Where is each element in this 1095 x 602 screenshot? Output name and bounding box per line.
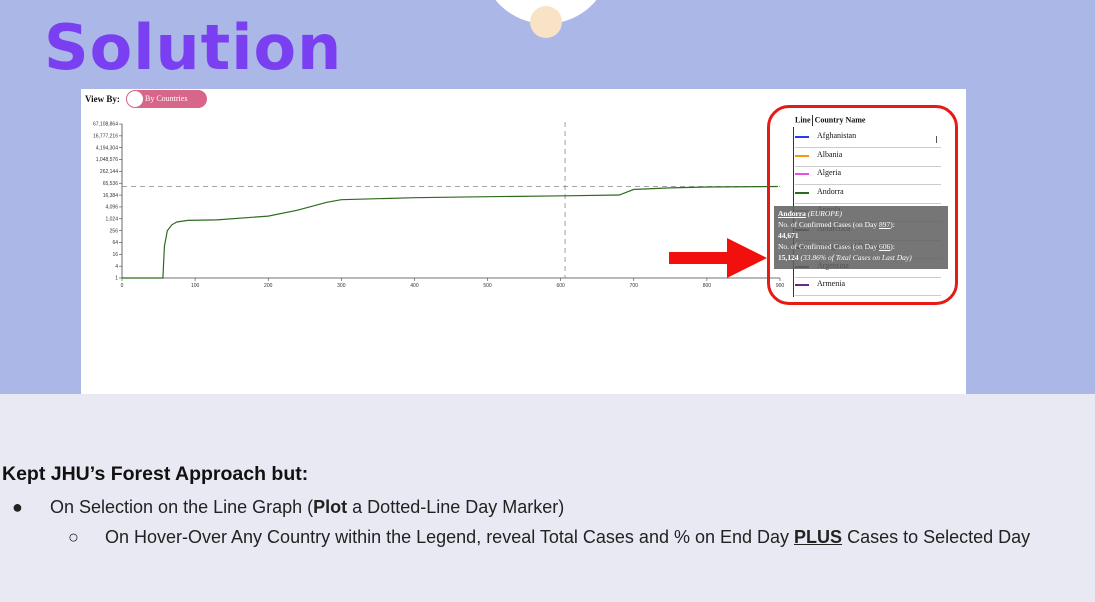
legend-item-label: Albania xyxy=(817,149,843,159)
bullet1-text-a: On Selection on the Line Graph ( xyxy=(50,497,314,517)
y-tick-label: 1,048,576 xyxy=(96,157,118,163)
x-tick-label: 300 xyxy=(337,283,346,289)
bullet-item-2: ○ On Hover-Over Any Country within the Le… xyxy=(68,527,1030,548)
x-tick-label: 600 xyxy=(556,283,565,289)
bullet-icon: ● xyxy=(12,497,23,517)
x-tick-label: 200 xyxy=(264,283,273,289)
tooltip-line1-prefix: No. of Confirmed Cases (on Day xyxy=(778,220,880,229)
tooltip-country: Andorra xyxy=(778,209,806,218)
tooltip-line2-prefix: No. of Confirmed Cases (on Day xyxy=(778,242,880,251)
section-heading: Kept JHU’s Forest Approach but: xyxy=(2,463,309,485)
bullet2-text-b: Cases to Selected Day xyxy=(842,527,1031,547)
tooltip-line1-day: 897 xyxy=(879,220,891,229)
slide-title: Solution xyxy=(44,11,343,84)
x-tick-label: 800 xyxy=(703,283,712,289)
legend-item-label: Algeria xyxy=(817,168,841,177)
legend-header-country: Country Name xyxy=(814,115,866,125)
legend-scrollbar[interactable] xyxy=(936,136,937,143)
y-tick-label: 4 xyxy=(115,264,118,270)
x-tick-label: 500 xyxy=(483,283,492,289)
decorative-lamp-bulb xyxy=(530,6,562,38)
red-arrow-icon xyxy=(669,238,767,278)
bullet2-bold: PLUS xyxy=(794,527,843,547)
legend-item-label: Armenia xyxy=(817,279,845,288)
tooltip-selected-pct: (33.86% of Total Cases on Last Day) xyxy=(800,253,912,262)
x-tick-label: 0 xyxy=(121,283,124,289)
bullet2-text-a: On Hover-Over Any Country within the Leg… xyxy=(105,527,795,547)
y-tick-label: 1,024 xyxy=(105,216,118,222)
y-tick-label: 65,536 xyxy=(103,181,119,187)
bullet1-text-b: a Dotted-Line Day Marker) xyxy=(347,497,565,517)
legend-item-armenia[interactable]: Armenia xyxy=(795,278,941,296)
bullet-item-1: ● On Selection on the Line Graph (Plot a … xyxy=(12,497,564,518)
y-tick-label: 262,144 xyxy=(100,169,118,175)
y-axis: 67,108,864 16,777,216 4,194,304 1,048,576 26… xyxy=(93,122,123,282)
y-tick-label: 16,384 xyxy=(103,193,119,199)
legend-swatch xyxy=(795,284,809,286)
sub-bullet-icon: ○ xyxy=(68,527,79,547)
tooltip-region: (EUROPE) xyxy=(807,209,842,218)
tooltip-line1: No. of Confirmed Cases (on Day 897): xyxy=(778,219,944,230)
legend-item-afghanistan[interactable]: Afghanistan xyxy=(795,130,941,148)
tooltip-line1-suffix: ): xyxy=(890,220,895,229)
legend-item-albania[interactable]: Albania xyxy=(795,149,941,167)
tooltip-total: 44,671 xyxy=(778,231,799,240)
tooltip-selected: 15,124 (33.86% of Total Cases on Last Da… xyxy=(778,252,944,263)
legend-item-label: Afghanistan xyxy=(817,131,857,140)
y-tick-label: 256 xyxy=(110,228,119,234)
y-tick-label: 4,096 xyxy=(105,205,118,211)
legend-item-algeria[interactable]: Algeria xyxy=(795,167,941,185)
legend-header-separator xyxy=(811,115,813,126)
tooltip-selected-cases: 15,124 xyxy=(778,253,799,262)
hover-tooltip: Andorra (EUROPE) No. of Confirmed Cases … xyxy=(774,206,948,269)
legend-item-andorra[interactable]: Andorra xyxy=(795,186,941,204)
tooltip-line2-suffix: ): xyxy=(890,242,895,251)
x-tick-label: 400 xyxy=(410,283,419,289)
legend-item-label: Andorra xyxy=(817,186,844,196)
y-tick-label: 4,194,304 xyxy=(96,145,118,151)
legend-swatch xyxy=(795,136,809,138)
y-tick-label: 67,108,864 xyxy=(93,122,118,128)
y-tick-label: 1 xyxy=(115,276,118,282)
y-tick-label: 16 xyxy=(112,252,118,258)
legend-swatch xyxy=(795,173,809,175)
tooltip-title: Andorra (EUROPE) xyxy=(778,208,944,219)
bullet1-bold: Plot xyxy=(313,497,348,517)
y-tick-label: 16,777,216 xyxy=(93,134,118,140)
app-screenshot-panel: View By: By Countries 67,108,864 16,777,2… xyxy=(81,89,966,394)
legend-header: Line Country Name xyxy=(795,115,865,126)
y-tick-label: 64 xyxy=(112,240,118,246)
x-tick-label: 700 xyxy=(630,283,639,289)
tooltip-line2: No. of Confirmed Cases (on Day 606): xyxy=(778,241,944,252)
legend-swatch xyxy=(795,154,809,157)
tooltip-line2-day: 606 xyxy=(879,242,891,251)
x-tick-label: 100 xyxy=(191,283,200,289)
legend-swatch xyxy=(795,191,809,194)
legend-header-line: Line xyxy=(795,115,811,125)
